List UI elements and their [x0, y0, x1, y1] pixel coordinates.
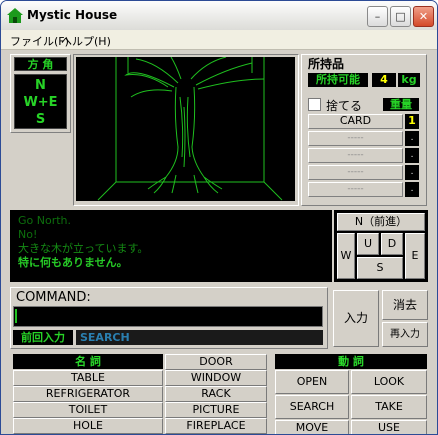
noun-table[interactable]: TABLE: [13, 370, 163, 386]
noun-toilet[interactable]: TOILET: [13, 402, 163, 418]
inventory-count-1: 1: [405, 114, 419, 129]
move-west-button[interactable]: W: [337, 233, 355, 279]
direction-display: N W+E S: [14, 74, 67, 129]
direction-south: S: [35, 112, 46, 127]
window-title: Mystic House: [27, 8, 118, 22]
direction-header: 方 角: [14, 57, 67, 71]
inventory-item-2[interactable]: -----: [308, 131, 403, 146]
capacity-unit: kg: [398, 73, 420, 87]
verb-take[interactable]: TAKE: [351, 395, 427, 419]
noun-door[interactable]: DOOR: [165, 354, 267, 370]
move-south-button[interactable]: S: [357, 257, 403, 279]
noun-rack[interactable]: RACK: [165, 386, 267, 402]
verb-open[interactable]: OPEN: [275, 370, 349, 394]
menu-help[interactable]: ヘルプ(H): [61, 33, 111, 49]
inventory-count-4: .: [405, 165, 419, 180]
inventory-count-3: .: [405, 148, 419, 163]
move-up-button[interactable]: U: [357, 233, 379, 255]
verb-search[interactable]: SEARCH: [275, 395, 349, 419]
noun-hole[interactable]: HOLE: [13, 418, 163, 434]
message-line: 特に何もありません。: [18, 256, 128, 269]
inventory-item-1[interactable]: CARD: [308, 114, 403, 129]
message-line: Go North.: [18, 214, 72, 227]
move-east-button[interactable]: E: [405, 233, 425, 279]
house-app-icon: [7, 8, 23, 23]
discard-checkbox[interactable]: [308, 98, 321, 111]
noun-fireplace[interactable]: FIREPLACE: [165, 418, 267, 434]
inventory-item-4[interactable]: -----: [308, 165, 403, 180]
inventory-header: 所持品: [308, 57, 345, 71]
inventory-count-2: .: [405, 131, 419, 146]
enter-button[interactable]: 入力: [333, 290, 379, 347]
verb-look[interactable]: LOOK: [351, 370, 427, 394]
close-button[interactable]: ✕: [413, 6, 434, 27]
previous-input-value: SEARCH: [76, 330, 323, 345]
capacity-label: 所持可能: [308, 73, 368, 87]
noun-refrigerator[interactable]: REFRIGERATOR: [13, 386, 163, 402]
move-north-button[interactable]: N（前進）: [337, 213, 425, 231]
verb-move[interactable]: MOVE: [275, 420, 349, 434]
minimize-button[interactable]: –: [367, 6, 388, 27]
move-down-button[interactable]: D: [381, 233, 403, 255]
discard-label: 捨てる: [326, 99, 363, 113]
maximize-button[interactable]: □: [390, 6, 411, 27]
weight-label: 重量: [383, 98, 419, 111]
clear-button[interactable]: 消去: [382, 290, 428, 320]
capacity-value: 4: [372, 73, 396, 87]
previous-input-button[interactable]: 前回入力: [13, 330, 73, 345]
direction-north: N: [35, 78, 46, 93]
message-line: 大きな木が立っています。: [18, 242, 149, 255]
menu-bar: ファイル(F) ヘルプ(H): [1, 30, 437, 50]
reenter-button[interactable]: 再入力: [382, 322, 428, 347]
game-window: Mystic House – □ ✕ ファイル(F) ヘルプ(H) 方 角 N …: [0, 0, 438, 435]
inventory-count-5: .: [405, 182, 419, 197]
noun-window[interactable]: WINDOW: [165, 370, 267, 386]
noun-picture[interactable]: PICTURE: [165, 402, 267, 418]
verbs-header: 動 詞: [275, 354, 427, 369]
title-bar[interactable]: Mystic House – □ ✕: [1, 1, 437, 30]
nouns-header: 名 詞: [13, 354, 163, 369]
message-log: Go North. No! 大きな木が立っています。 特に何もありません。: [10, 210, 332, 282]
message-line: No!: [18, 228, 38, 241]
verb-use[interactable]: USE: [351, 420, 427, 434]
inventory-item-3[interactable]: -----: [308, 148, 403, 163]
direction-west-east: W+E: [23, 95, 58, 110]
command-label: COMMAND:: [16, 290, 91, 305]
text-cursor: [15, 309, 17, 323]
inventory-item-5[interactable]: -----: [308, 182, 403, 197]
scene-view: [76, 57, 295, 201]
command-input[interactable]: [13, 306, 323, 327]
